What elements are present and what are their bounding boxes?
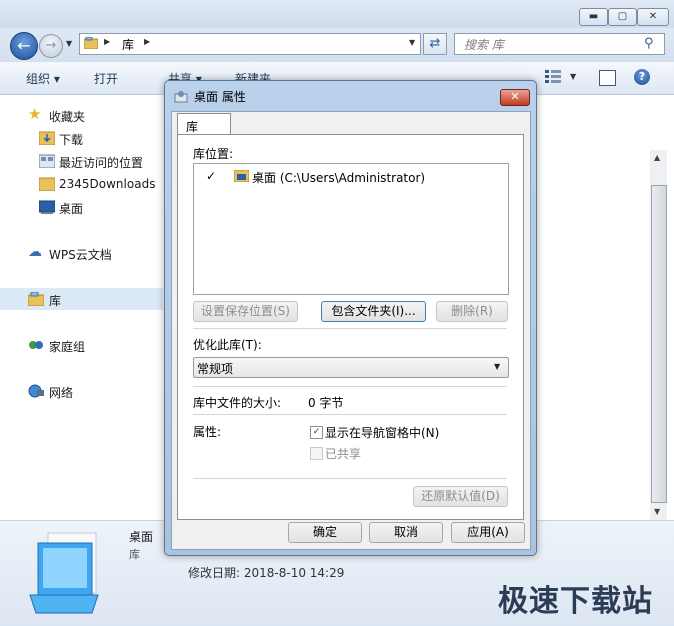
nav-item-label: 桌面 <box>59 202 84 216</box>
details-item-type: 库 <box>129 548 140 561</box>
shared-label: 已共享 <box>325 447 362 461</box>
library-icon <box>84 37 98 49</box>
remove-button[interactable]: 删除(R) <box>436 301 508 322</box>
minimize-button[interactable]: ▬ <box>579 8 608 26</box>
library-large-icon <box>29 532 99 614</box>
nav-homegroup-label: 家庭组 <box>49 340 86 354</box>
dialog-title: 桌面 属性 <box>194 90 246 104</box>
address-field[interactable]: ▶ 库 ▶ ▼ <box>79 33 421 55</box>
breadcrumb-arrow-icon[interactable]: ▶ <box>144 37 150 46</box>
back-button[interactable]: ← <box>10 32 38 60</box>
nav-favorites[interactable]: ★ 收藏夹 <box>0 104 163 126</box>
nav-item-label: 最近访问的位置 <box>59 156 144 170</box>
preview-pane-icon[interactable] <box>599 70 616 86</box>
divider <box>193 414 507 415</box>
maximize-button[interactable]: ▢ <box>608 8 637 26</box>
ok-button[interactable]: 确定 <box>288 522 362 543</box>
library-locations-label: 库位置: <box>193 147 234 161</box>
scroll-up-icon[interactable]: ▲ <box>654 153 660 162</box>
library-icon <box>28 292 44 306</box>
address-dropdown-icon[interactable]: ▼ <box>409 38 415 47</box>
optimize-select[interactable]: 常规项 ▼ <box>193 357 509 378</box>
show-in-nav-checkbox[interactable]: ✓ <box>310 426 323 439</box>
nav-item-recent[interactable]: 最近访问的位置 <box>0 150 163 172</box>
recent-places-icon <box>39 154 55 168</box>
downloads-folder-icon <box>39 131 55 145</box>
breadcrumb-arrow-icon[interactable]: ▶ <box>104 37 110 46</box>
scroll-down-icon[interactable]: ▼ <box>654 507 660 516</box>
nav-item-label: 下载 <box>59 133 84 147</box>
tab-library-label: 库 <box>186 120 199 134</box>
optimize-selected-value: 常规项 <box>197 362 234 376</box>
details-item-name: 桌面 <box>129 530 154 544</box>
view-options-icon[interactable] <box>545 70 561 84</box>
history-dropdown-icon[interactable]: ▼ <box>66 39 72 48</box>
search-icon[interactable]: ⚲ <box>644 36 654 51</box>
divider <box>193 386 507 387</box>
include-folder-button[interactable]: 包含文件夹(I)... <box>321 301 426 322</box>
optimize-label: 优化此库(T): <box>193 338 262 352</box>
desktop-icon <box>39 200 55 214</box>
library-size-label: 库中文件的大小: <box>193 396 282 410</box>
nav-wps-cloud[interactable]: ☁ WPS云文档 <box>0 242 163 264</box>
nav-item-2345downloads[interactable]: 2345Downloads <box>0 173 163 195</box>
forward-button[interactable]: → <box>39 34 63 58</box>
desktop-folder-icon <box>234 170 249 182</box>
default-location-check-icon: ✓ <box>206 169 217 183</box>
cloud-icon: ☁ <box>28 244 42 260</box>
restore-defaults-button[interactable]: 还原默认值(D) <box>413 486 508 507</box>
open-button[interactable]: 打开 <box>94 70 118 87</box>
search-placeholder: 搜索 库 <box>464 38 504 52</box>
breadcrumb-library[interactable]: 库 <box>122 36 134 53</box>
nav-wps-label: WPS云文档 <box>49 248 112 262</box>
close-window-button[interactable]: ✕ <box>637 8 669 26</box>
watermark-logo: 极速下载站 <box>498 584 653 619</box>
folder-icon <box>39 177 55 191</box>
nav-network-label: 网络 <box>49 386 74 400</box>
tab-library[interactable]: 库 <box>177 113 231 136</box>
star-icon: ★ <box>28 105 42 123</box>
refresh-button[interactable]: ⇄ <box>423 33 447 55</box>
divider <box>193 328 507 329</box>
nav-network[interactable]: 网络 <box>0 380 163 402</box>
show-in-nav-label[interactable]: 显示在导航窗格中(N) <box>325 424 439 441</box>
title-bar <box>0 0 674 28</box>
nav-item-label: 2345Downloads <box>59 177 156 191</box>
cancel-button[interactable]: 取消 <box>369 522 443 543</box>
view-dropdown-icon[interactable]: ▼ <box>570 72 576 81</box>
nav-item-downloads[interactable]: 下载 <box>0 127 163 149</box>
library-size-value: 0 字节 <box>308 396 344 410</box>
nav-item-desktop[interactable]: 桌面 <box>0 196 163 218</box>
set-save-location-button[interactable]: 设置保存位置(S) <box>193 301 298 322</box>
help-icon[interactable]: ? <box>634 69 650 85</box>
homegroup-icon <box>29 341 43 349</box>
library-icon <box>174 91 188 103</box>
nav-library[interactable]: 库 <box>0 288 163 310</box>
scrollbar-thumb[interactable] <box>651 185 667 503</box>
library-locations-list[interactable]: ✓ 桌面 (C:\Users\Administrator) <box>193 163 509 295</box>
apply-button[interactable]: 应用(A) <box>451 522 525 543</box>
details-modified-date: 修改日期: 2018-8-10 14:29 <box>188 566 345 580</box>
chevron-down-icon: ▼ <box>494 362 501 371</box>
search-input[interactable]: 搜索 库 ⚲ <box>454 33 665 55</box>
organize-button[interactable]: 组织 ▾ <box>26 70 60 87</box>
divider <box>193 478 507 479</box>
location-item[interactable]: 桌面 (C:\Users\Administrator) <box>252 169 425 186</box>
shared-checkbox <box>310 447 323 460</box>
attributes-label: 属性: <box>193 425 222 439</box>
nav-library-label: 库 <box>49 294 62 308</box>
navigation-pane: ★ 收藏夹 下载 最近访问的位置 2345Downloads 桌面 ☁ WPS云… <box>0 95 163 520</box>
nav-homegroup[interactable]: 家庭组 <box>0 334 163 356</box>
nav-favorites-label: 收藏夹 <box>49 110 86 124</box>
dialog-close-button[interactable]: ✕ <box>500 89 530 106</box>
network-icon <box>28 384 44 398</box>
